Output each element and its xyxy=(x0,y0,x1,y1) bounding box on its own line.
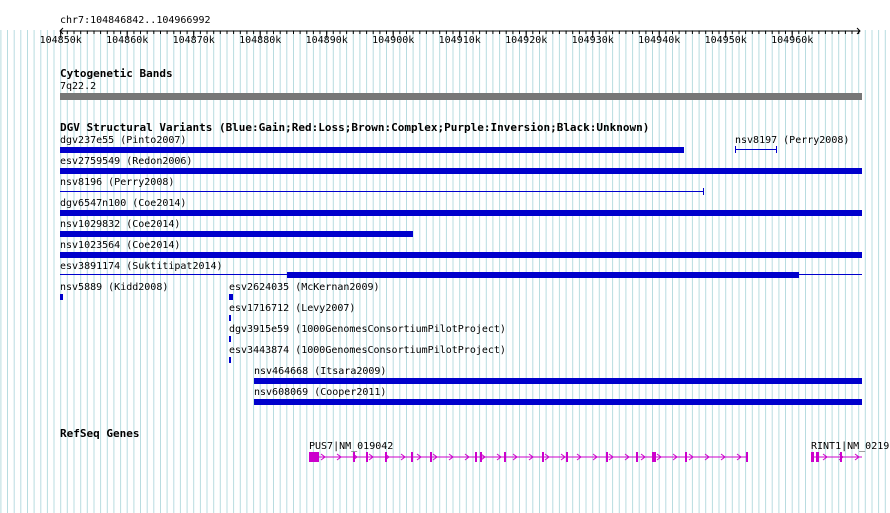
variant-label[interactable]: esv2759549 (Redon2006) xyxy=(60,156,192,167)
variant-bar-cap xyxy=(703,188,704,195)
exon xyxy=(636,452,638,462)
ruler-tick-label: 104910k xyxy=(438,35,481,46)
variant-label[interactable]: nsv1029832 (Coe2014) xyxy=(60,219,180,230)
variant-bar[interactable] xyxy=(60,210,862,216)
variant-label[interactable]: esv1716712 (Levy2007) xyxy=(229,303,355,314)
cytoband-track-title[interactable]: Cytogenetic Bands xyxy=(60,68,173,80)
exon xyxy=(430,452,432,462)
exon xyxy=(411,452,413,462)
exon xyxy=(542,452,544,462)
variant-bar-cap xyxy=(735,146,736,153)
ruler-tick-label: 104930k xyxy=(571,35,614,46)
genome-browser-view: chr7:104846842..104966992 104850k 104860k… xyxy=(0,0,890,513)
variant-bar[interactable] xyxy=(287,272,799,278)
variant-bar[interactable] xyxy=(229,294,233,300)
variant-bar[interactable] xyxy=(229,357,231,363)
exon xyxy=(816,452,819,462)
variant-bar[interactable] xyxy=(60,168,862,174)
exon xyxy=(480,452,482,462)
variant-bar[interactable] xyxy=(60,191,704,192)
variant-bar[interactable] xyxy=(229,315,231,321)
variant-label[interactable]: nsv608069 (Cooper2011) xyxy=(254,387,386,398)
variant-label[interactable]: esv3443874 (1000GenomesConsortiumPilotPr… xyxy=(229,345,506,356)
exon xyxy=(504,452,506,462)
exon xyxy=(566,452,568,462)
ruler-tick-label: 104850k xyxy=(39,35,82,46)
exon xyxy=(685,452,687,462)
variant-label[interactable]: dgv6547n100 (Coe2014) xyxy=(60,198,186,209)
variant-label[interactable]: nsv8197 (Perry2008) xyxy=(735,135,849,146)
variant-label[interactable]: esv3891174 (Suktitipat2014) xyxy=(60,261,223,272)
variant-label[interactable]: nsv5889 (Kidd2008) xyxy=(60,282,168,293)
variant-label[interactable]: dgv3915e59 (1000GenomesConsortiumPilotPr… xyxy=(229,324,506,335)
variant-label[interactable]: nsv464668 (Itsara2009) xyxy=(254,366,386,377)
ruler-tick-label: 104870k xyxy=(172,35,215,46)
ruler-tick-label: 104920k xyxy=(505,35,548,46)
ruler-tick-label: 104900k xyxy=(372,35,415,46)
variant-bar[interactable] xyxy=(60,147,684,153)
variant-label[interactable]: nsv8196 (Perry2008) xyxy=(60,177,174,188)
variant-bar[interactable] xyxy=(60,231,413,237)
variant-bar[interactable] xyxy=(60,294,63,300)
variant-bar[interactable] xyxy=(60,252,862,258)
exon xyxy=(746,452,748,462)
exon xyxy=(353,452,355,462)
exon xyxy=(475,452,477,462)
ruler-tick-label: 104880k xyxy=(239,35,282,46)
gene-model-rint1 xyxy=(811,452,862,462)
cytoband-bar[interactable] xyxy=(60,93,862,100)
ruler-tick-label: 104940k xyxy=(638,35,681,46)
variant-bar[interactable] xyxy=(735,149,777,150)
dgv-track-title[interactable]: DGV Structural Variants (Blue:Gain;Red:L… xyxy=(60,122,649,134)
exon xyxy=(811,452,814,462)
variant-bar[interactable] xyxy=(254,399,862,405)
variant-bar[interactable] xyxy=(229,336,231,342)
exon xyxy=(309,452,319,462)
ruler-tick-label: 104950k xyxy=(704,35,747,46)
ruler-tick-label: 104960k xyxy=(771,35,814,46)
gene-models[interactable] xyxy=(0,447,890,467)
variant-label[interactable]: esv2624035 (McKernan2009) xyxy=(229,282,380,293)
ruler-tick-label: 104860k xyxy=(106,35,149,46)
exon xyxy=(366,452,368,462)
cytoband-label: 7q22.2 xyxy=(60,81,97,92)
exon xyxy=(606,452,608,462)
variant-bar-cap xyxy=(776,146,777,153)
variant-label[interactable]: nsv1023564 (Coe2014) xyxy=(60,240,180,251)
variant-label[interactable]: dgv237e55 (Pinto2007) xyxy=(60,135,186,146)
exon xyxy=(385,452,387,462)
gene-model-pus7 xyxy=(309,452,748,462)
refseq-track-title[interactable]: RefSeq Genes xyxy=(60,428,139,440)
exon xyxy=(652,452,656,462)
variant-bar[interactable] xyxy=(254,378,862,384)
ruler-tick-label: 104890k xyxy=(305,35,348,46)
exon xyxy=(840,452,842,462)
